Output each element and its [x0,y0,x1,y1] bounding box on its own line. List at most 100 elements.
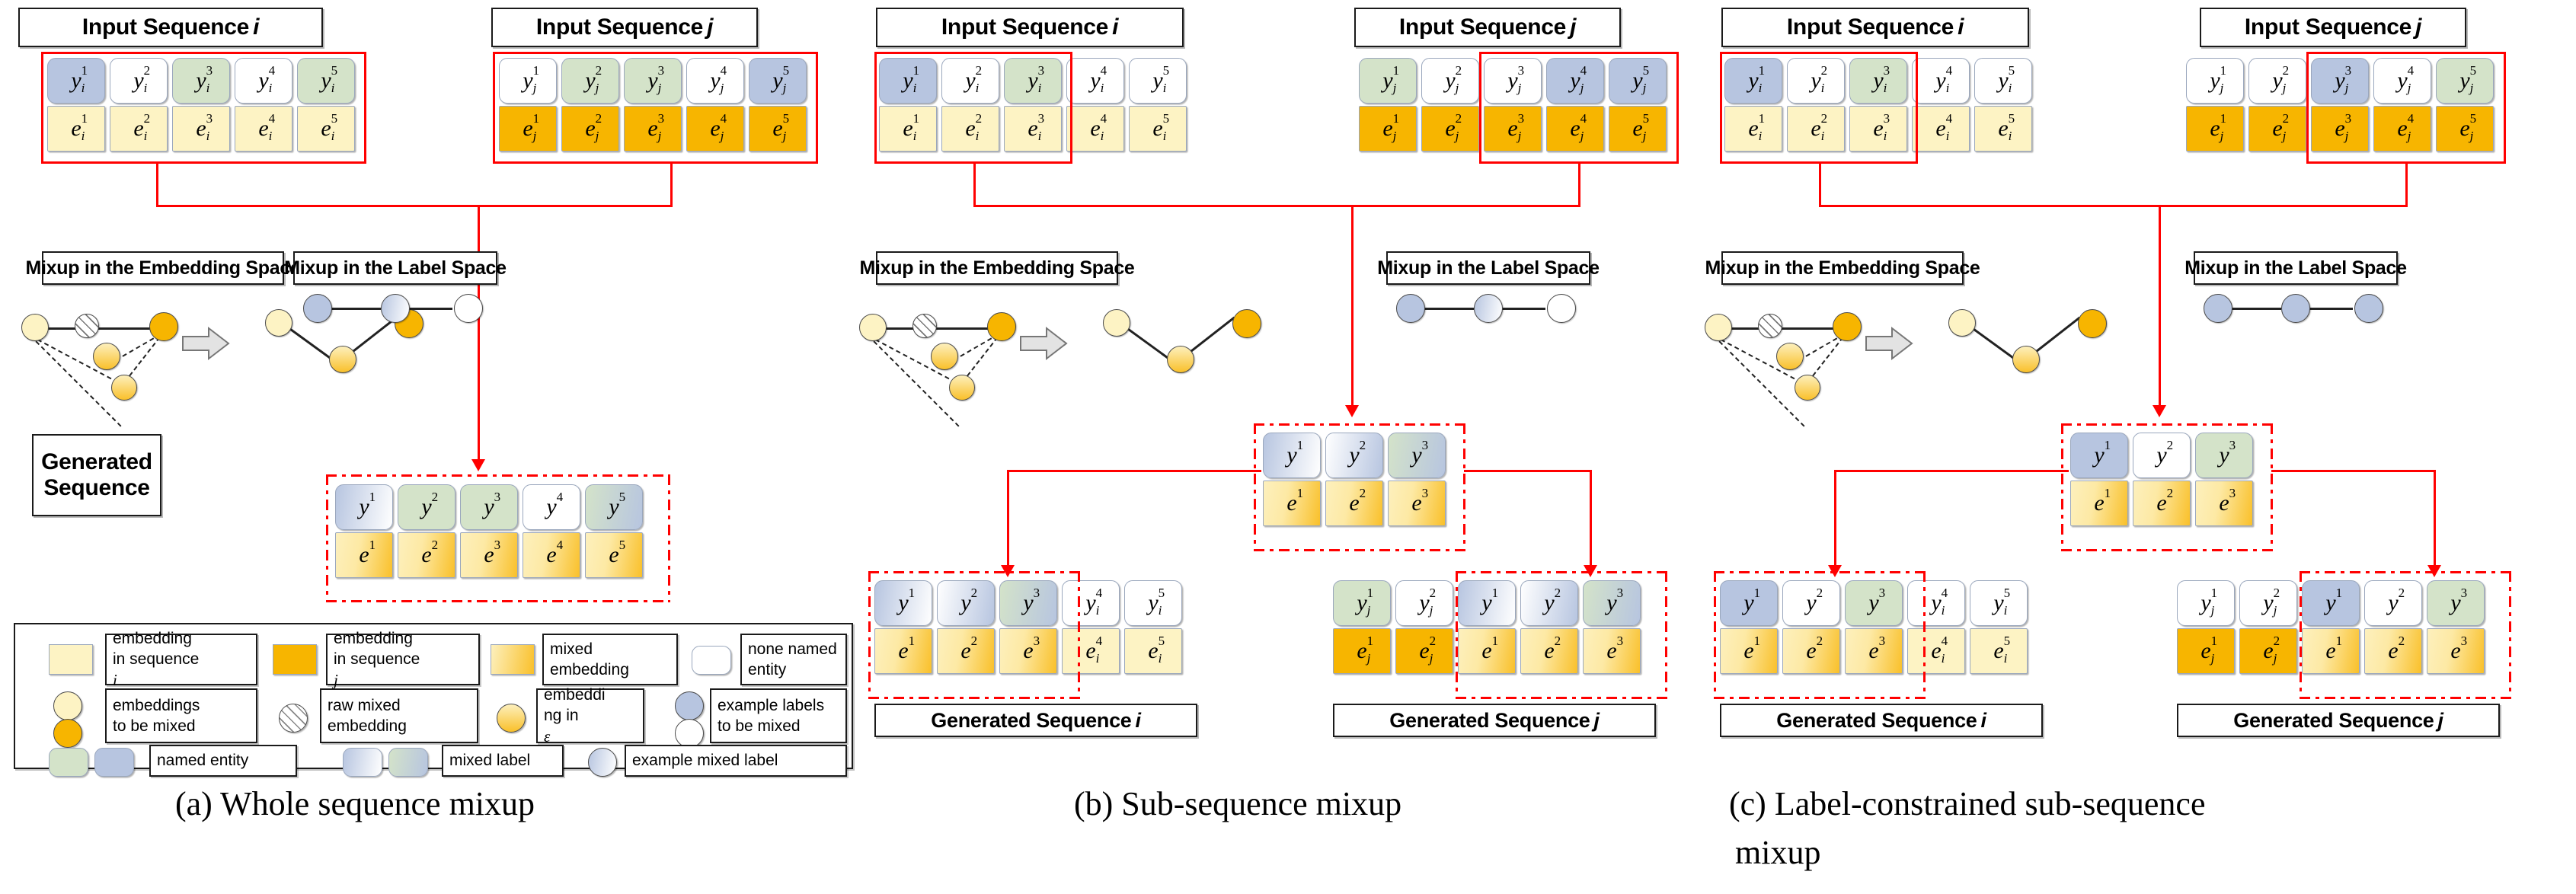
panel-c-mixed-sub-sequence-cells: y1y2y3e1e2e3 [2070,433,2253,526]
label-cell-y4i: y4i [1907,580,1965,626]
transform-arrow-icon [1020,326,1068,361]
connector-line [973,205,1580,207]
label-cell-y3: y3 [1845,580,1903,626]
node-embedding-j [1833,312,1862,341]
embedding-row: e1e2e3e4ie5i [1720,628,2028,674]
connector-arrowhead [471,459,485,471]
panel-b-mixup-embedding-header: Mixup in the Embedding Space [859,251,1135,285]
header-text-line2: Sequence [43,475,150,500]
embedding-cell-e2: e2 [1520,628,1578,674]
embedding-cell-e4j: e4j [1546,106,1604,152]
legend-label-example-mixed-label: example mixed label [625,745,847,777]
panel-b-input-sequence-i-header: Input Sequence i [876,8,1184,47]
embedding-row: e1ie2ie3ie4ie5i [1724,106,2032,152]
legend-line-1: mixed label [449,752,531,770]
label-space-node-blue [2204,294,2232,323]
embedding-row: e1ie2ie3ie4ie5i [879,106,1187,152]
header-subscript: j [2437,708,2444,732]
label-cell-y1: y1 [2070,433,2128,478]
panel-a-mixup-label-header: Mixup in the Label Space [284,251,507,285]
legend-label-named-entity: named entity [149,745,297,777]
embedding-cell-e4: e4 [523,532,580,578]
node-mixed-embedding [1167,346,1194,373]
node-mixed-embedding [1776,343,1804,370]
label-cell-y2i: y2i [941,58,999,104]
legend-swatch-mixed-label-1 [343,748,382,777]
embedding-cell-e1i: e1i [47,106,105,152]
label-space-node-wht [454,294,483,323]
embedding-cell-e1: e1 [2302,628,2360,674]
label-row: y1iy2iy3iy4iy5i [1724,58,2032,104]
node-mixed-embedding [931,343,958,370]
embedding-cell-e3: e3 [1845,628,1903,674]
header-subscript: j [2415,14,2422,40]
panel-b-generated-sequence-i-header: Generated Sequence i [874,704,1197,737]
embedding-cell-e3: e3 [2427,628,2485,674]
label-cell-y5i: y5i [297,58,355,104]
legend-label-embedding-in-sequence-i: embedding in sequence i [105,630,257,689]
label-cell-y1i: y1i [879,58,937,104]
label-cell-y2: y2 [1325,433,1383,478]
embedding-cell-e1: e1 [874,628,932,674]
legend-swatch-mixed-label-2 [388,748,428,777]
embedding-cell-e5j: e5j [2436,106,2494,152]
header-text: Mixup in the Embedding Space [1705,257,1980,279]
embedding-cell-e2: e2 [937,628,995,674]
legend-swatch-raw-mixed-embedding [279,704,308,733]
label-cell-y3i: y3i [172,58,230,104]
connector-arrowhead [2427,565,2441,577]
legend-swatch-none-named-entity [692,646,731,675]
panel-b-generated-sequence-j-cells: y1jy2jy1y2y3e1je2je1e2e3 [1333,580,1641,674]
transform-arrow-icon [182,326,230,361]
embedding-cell-e2: e2 [398,532,455,578]
header-text: Input Sequence [941,14,1109,40]
legend-label-none-named-entity: none named entity [740,634,847,685]
header-text: Input Sequence [1786,14,1954,40]
label-row: y1jy2jy1y2y3 [1333,580,1641,626]
label-row: y1y2y3 [2070,433,2253,478]
embedding-cell-e4i: e4i [1907,628,1965,674]
legend-swatch-embedding-in-E [497,704,526,733]
label-cell-y3j: y3j [1484,58,1542,104]
label-cell-y3i: y3i [1004,58,1062,104]
label-cell-y5j: y5j [2436,58,2494,104]
label-row: y1jy2jy3jy4jy5j [2186,58,2494,104]
panel-c-generated-sequence-j-header: Generated Sequence j [2177,704,2500,737]
label-cell-y1i: y1i [1724,58,1782,104]
header-text: Mixup in the Embedding Space [25,257,301,279]
label-space-node-mixlab [381,294,410,323]
label-cell-y3: y3 [460,484,518,530]
embedding-cell-e4i: e4i [1066,106,1124,152]
embedding-cell-e1: e1 [335,532,393,578]
legend-line-2: embedding [328,717,407,735]
panel-a-input-sequence-j-cells: y1jy2jy3jy4jy5je1je2je3je4je5j [499,58,807,152]
panel-b-label-space-figure [1396,291,1579,337]
edge [1723,327,1845,330]
caption-c: (c) Label-constrained sub-sequence [1729,785,2206,822]
connector-line [1590,470,1592,571]
legend-italic: j [334,670,338,689]
header-text: Generated Sequence [2233,708,2434,732]
edge [408,308,452,310]
panel-b-input-sequence-i-cells: y1iy2iy3iy4iy5ie1ie2ie3ie4ie5i [879,58,1187,152]
label-cell-y5j: y5j [749,58,807,104]
connector-line [1464,470,1592,472]
embedding-row: e1e2e3e4e5 [335,532,643,578]
embedding-cell-e3: e3 [1583,628,1641,674]
header-subscript: j [1593,708,1600,732]
label-cell-y2j: y2j [1421,58,1479,104]
legend-line-2: in sequence [113,650,200,669]
label-cell-y4j: y4j [686,58,744,104]
embedding-cell-e3i: e3i [1004,106,1062,152]
legend-line-1: embedding [334,630,413,648]
label-row: y1y2y3y4iy5i [874,580,1182,626]
connector-arrowhead [1828,565,1842,577]
legend-line-2: entity [748,661,787,678]
embedding-cell-e4i: e4i [235,106,292,152]
embedding-cell-e5j: e5j [1609,106,1667,152]
embedding-cell-e2: e2 [1325,481,1383,526]
embedding-cell-e3: e3 [1388,481,1446,526]
legend-line-1: named entity [157,752,249,770]
connector-line [2159,205,2161,412]
connector-line [1819,164,1821,207]
